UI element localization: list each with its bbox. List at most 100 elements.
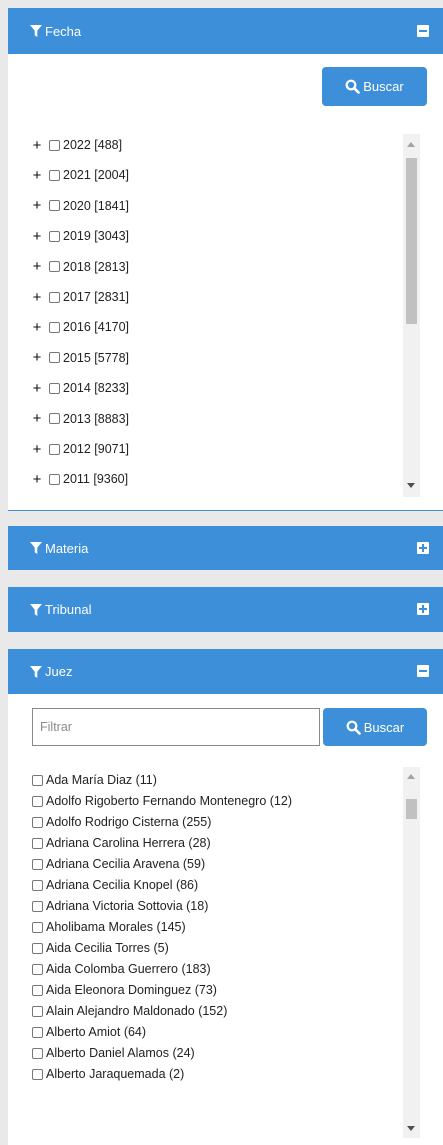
checkbox[interactable] xyxy=(32,837,43,849)
year-item[interactable]: +2019 [3043] xyxy=(30,224,129,248)
checkbox[interactable] xyxy=(32,942,43,954)
checkbox[interactable] xyxy=(32,1026,43,1038)
year-item[interactable]: +2011 [9360] xyxy=(30,467,129,491)
funnel-icon xyxy=(30,665,42,678)
year-label: 2011 [9360] xyxy=(63,472,129,487)
juez-buscar-button[interactable]: Buscar xyxy=(323,708,427,746)
scroll-thumb[interactable] xyxy=(406,158,417,324)
year-list-scrollbar[interactable] xyxy=(403,134,420,497)
juez-header[interactable]: Juez xyxy=(8,649,443,694)
checkbox[interactable] xyxy=(32,795,43,807)
year-item[interactable]: +2020 [1841] xyxy=(30,194,129,218)
year-item[interactable]: +2017 [2831] xyxy=(30,285,129,309)
year-item[interactable]: +2015 [5778] xyxy=(30,346,129,370)
checkbox[interactable] xyxy=(49,139,60,151)
checkbox[interactable] xyxy=(49,473,60,485)
year-label: 2022 [488] xyxy=(63,138,123,152)
expand-plus-icon[interactable]: + xyxy=(30,320,44,335)
expand-plus-icon[interactable]: + xyxy=(30,350,44,365)
checkbox[interactable] xyxy=(49,230,60,242)
checkbox[interactable] xyxy=(49,382,60,394)
year-label: 2012 [9071] xyxy=(63,442,130,456)
judge-label: Alberto Daniel Alamos (24) xyxy=(46,1046,195,1060)
checkbox[interactable] xyxy=(32,1068,43,1080)
expand-icon[interactable] xyxy=(417,542,429,554)
judge-label: Alain Alejandro Maldonado (152) xyxy=(46,1004,228,1018)
funnel-icon xyxy=(30,25,42,37)
year-item[interactable]: +2012 [9071] xyxy=(30,437,129,461)
checkbox[interactable] xyxy=(32,879,43,891)
judge-label: Ada María Diaz (11) xyxy=(46,773,157,787)
expand-plus-icon[interactable]: + xyxy=(30,411,44,426)
fecha-body: Buscar +2022 [488] +2021 [2004] +2020 [184… xyxy=(8,54,443,510)
expand-plus-icon[interactable]: + xyxy=(30,198,44,213)
judge-list: Ada María Diaz (11) Adolfo Rigoberto Fern… xyxy=(32,767,402,1138)
checkbox[interactable] xyxy=(49,321,60,333)
checkbox[interactable] xyxy=(49,261,60,273)
scroll-down-arrow-icon[interactable] xyxy=(407,483,415,488)
checkbox[interactable] xyxy=(32,921,43,933)
checkbox[interactable] xyxy=(49,169,60,181)
scroll-down-arrow-icon[interactable] xyxy=(407,1126,415,1131)
scroll-up-arrow-icon[interactable] xyxy=(407,142,415,147)
checkbox[interactable] xyxy=(32,774,43,786)
year-label: 2017 [2831] xyxy=(63,290,130,304)
checkbox[interactable] xyxy=(32,1047,43,1059)
year-label: 2020 [1841] xyxy=(63,198,130,213)
juez-title: Juez xyxy=(45,664,73,679)
expand-plus-icon[interactable]: + xyxy=(30,290,44,305)
scroll-thumb[interactable] xyxy=(406,799,417,819)
expand-plus-icon[interactable]: + xyxy=(30,472,44,487)
buscar-label: Buscar xyxy=(363,719,405,735)
judge-list-scrollbar[interactable] xyxy=(403,767,420,1138)
expand-plus-icon[interactable]: + xyxy=(30,259,44,274)
expand-icon[interactable] xyxy=(417,603,429,615)
juez-filter-input[interactable] xyxy=(32,708,320,746)
judge-label: Alberto Amiot (64) xyxy=(46,1025,147,1039)
funnel-icon xyxy=(30,603,42,616)
judge-item[interactable]: Alberto Jaraquemada (2) xyxy=(32,1062,184,1086)
year-item[interactable]: +2022 [488] xyxy=(30,133,122,157)
judge-label: Adriana Cecilia Knopel (86) xyxy=(46,878,199,892)
checkbox[interactable] xyxy=(32,900,43,912)
expand-plus-icon[interactable]: + xyxy=(30,138,44,153)
tribunal-header[interactable]: Tribunal xyxy=(8,587,443,632)
year-item[interactable]: +2013 [8883] xyxy=(30,407,129,431)
expand-plus-icon[interactable]: + xyxy=(30,442,44,457)
checkbox[interactable] xyxy=(32,816,43,828)
judge-label: Aida Eleonora Dominguez (73) xyxy=(46,983,217,997)
scroll-up-arrow-icon[interactable] xyxy=(407,774,415,779)
judge-label: Aida Cecilia Torres (5) xyxy=(46,941,169,955)
year-item[interactable]: +2016 [4170] xyxy=(30,315,129,339)
checkbox[interactable] xyxy=(49,443,60,455)
checkbox[interactable] xyxy=(49,413,60,425)
judge-label: Adolfo Rigoberto Fernando Montenegro (12… xyxy=(46,794,292,808)
checkbox[interactable] xyxy=(32,963,43,975)
checkbox[interactable] xyxy=(32,1005,43,1017)
year-item[interactable]: +2018 [2813] xyxy=(30,255,129,279)
tribunal-title: Tribunal xyxy=(45,602,92,617)
checkbox[interactable] xyxy=(49,291,60,303)
fecha-header[interactable]: Fecha xyxy=(8,8,443,54)
expand-plus-icon[interactable]: + xyxy=(30,168,44,183)
checkbox[interactable] xyxy=(32,858,43,870)
judge-label: Adriana Cecilia Aravena (59) xyxy=(46,857,206,871)
expand-plus-icon[interactable]: + xyxy=(30,229,44,244)
year-item[interactable]: +2014 [8233] xyxy=(30,376,129,400)
materia-header[interactable]: Materia xyxy=(8,526,443,570)
year-list: +2022 [488] +2021 [2004] +2020 [1841] +2019… xyxy=(30,133,400,493)
collapse-icon[interactable] xyxy=(417,665,429,677)
materia-title: Materia xyxy=(45,540,89,556)
expand-plus-icon[interactable]: + xyxy=(30,381,44,396)
year-item[interactable]: +2021 [2004] xyxy=(30,163,129,187)
checkbox[interactable] xyxy=(49,352,60,364)
checkbox[interactable] xyxy=(32,984,43,996)
search-icon xyxy=(345,79,361,94)
judge-label: Adolfo Rodrigo Cisterna (255) xyxy=(46,815,212,829)
year-label: 2019 [3043] xyxy=(63,229,130,244)
fecha-buscar-button[interactable]: Buscar xyxy=(322,67,427,106)
collapse-icon[interactable] xyxy=(417,25,429,37)
judge-label: Aida Colomba Guerrero (183) xyxy=(46,962,211,976)
buscar-label: Buscar xyxy=(363,79,404,94)
checkbox[interactable] xyxy=(49,200,60,212)
